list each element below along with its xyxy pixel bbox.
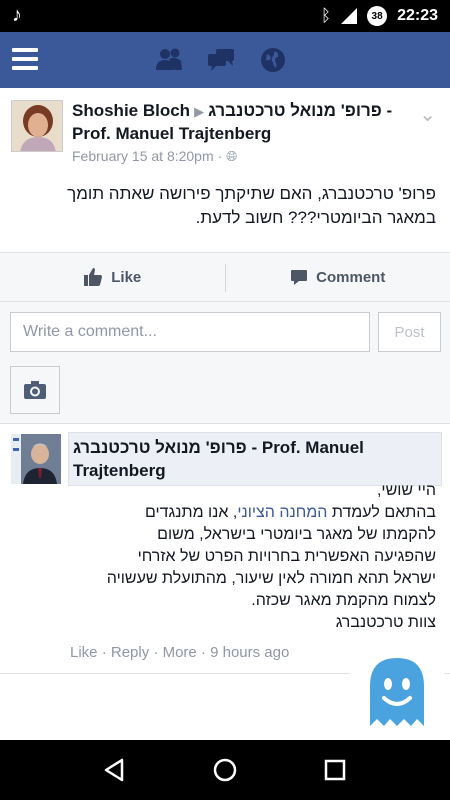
comment-more-link[interactable]: More — [163, 644, 197, 661]
home-icon[interactable] — [212, 757, 238, 783]
system-nav-bar — [0, 740, 450, 800]
comment-body: היי שושי, בהתאם לעמדת המחנה הציוני, אנו … — [16, 480, 436, 634]
bluetooth-icon: ᛒ — [320, 6, 332, 25]
avatar[interactable] — [11, 100, 63, 152]
meta-separator: · — [149, 644, 163, 661]
comment-link[interactable]: המחנה הציוני — [237, 504, 327, 521]
comment: פרופ' מנואל טרכטנברג - Prof. Manuel Traj… — [0, 424, 450, 674]
comment-reply-link[interactable]: Reply — [111, 644, 149, 661]
comment-line: בהתאם לעמדת המחנה הציוני, אנו מתנגדים — [16, 502, 436, 524]
comment-text: בהתאם לעמדת — [327, 504, 436, 521]
post-button[interactable]: Post — [378, 312, 441, 352]
meta-separator: · — [217, 148, 223, 164]
ghost-icon — [370, 658, 424, 726]
comment-like-link[interactable]: Like — [70, 644, 98, 661]
like-icon — [84, 268, 103, 286]
globe-icon[interactable] — [258, 46, 288, 74]
friends-icon[interactable] — [154, 46, 184, 74]
comment-line: ישראל תהא חמורה לאין שיעור, מהתועלת שעשו… — [106, 570, 436, 587]
comment-line: לצמוח מהקמת מאגר שכזה. — [251, 592, 436, 609]
arrow-right-icon: ▶ — [194, 104, 205, 119]
menu-icon[interactable] — [12, 48, 38, 70]
comment-line: צוות טרכטנברג — [335, 614, 436, 631]
post-text-line: במאגר הביומטרי??? חשוב לדעת. — [195, 208, 436, 227]
comment-line: שהפגיעה האפשרית בחרויות הפרט של אזרחי — [137, 548, 436, 565]
camera-button[interactable] — [10, 366, 60, 414]
top-nav — [0, 32, 450, 88]
like-button[interactable]: Like — [0, 253, 225, 301]
comment-author[interactable]: פרופ' מנואל טרכטנברג - Prof. Manuel Traj… — [68, 432, 442, 486]
messages-icon[interactable] — [206, 46, 236, 74]
post-actions: Like Comment — [0, 252, 450, 302]
post-meta: February 15 at 8:20pm · 🌐︎ — [72, 148, 237, 165]
post-header: Shoshie Bloch ▶ פרופ' מנואל טרכטנברג - Pro… — [72, 100, 412, 145]
comment-meta: Like · Reply · More · 9 hours ago — [70, 644, 289, 661]
like-label: Like — [111, 268, 142, 286]
comment-line: היי שושי, — [376, 482, 436, 499]
post-text-line: פרופ' טרכטנברג, האם שתיקתך פירושה שאתה ת… — [67, 184, 436, 203]
comment-icon — [291, 270, 308, 285]
comment-time: 9 hours ago — [210, 644, 290, 661]
post-timestamp[interactable]: February 15 at 8:20pm — [72, 148, 214, 164]
comment-line: להקמתו של מאגר ביומטרי בישראל, משום — [157, 526, 436, 543]
globe-privacy-icon: 🌐︎ — [226, 148, 238, 164]
comment-button[interactable]: Comment — [226, 253, 450, 301]
music-note-icon: ♪ — [12, 4, 22, 26]
meta-separator: · — [196, 644, 211, 661]
avatar[interactable] — [11, 434, 61, 484]
ghost-overlay[interactable] — [350, 646, 444, 740]
camera-icon — [24, 381, 46, 399]
recents-icon[interactable] — [322, 757, 348, 783]
author-name[interactable]: Shoshie Bloch — [72, 101, 190, 120]
clock: 22:23 — [397, 7, 438, 24]
comment-input[interactable]: Write a comment... — [10, 312, 370, 352]
comment-text: , אנו מתנגדים — [144, 504, 238, 521]
status-bar: ♪ ᛒ 38 22:23 — [0, 0, 450, 32]
battery-badge: 38 — [367, 6, 388, 26]
post-text: פרופ' טרכטנברג, האם שתיקתך פירושה שאתה ת… — [16, 182, 436, 230]
signal-icon — [341, 8, 358, 24]
back-icon[interactable] — [102, 757, 128, 783]
comment-label: Comment — [316, 268, 386, 286]
meta-separator: · — [97, 644, 111, 661]
chevron-down-icon[interactable]: ⌄ — [419, 102, 436, 127]
comment-composer: Write a comment... Post — [0, 302, 450, 424]
